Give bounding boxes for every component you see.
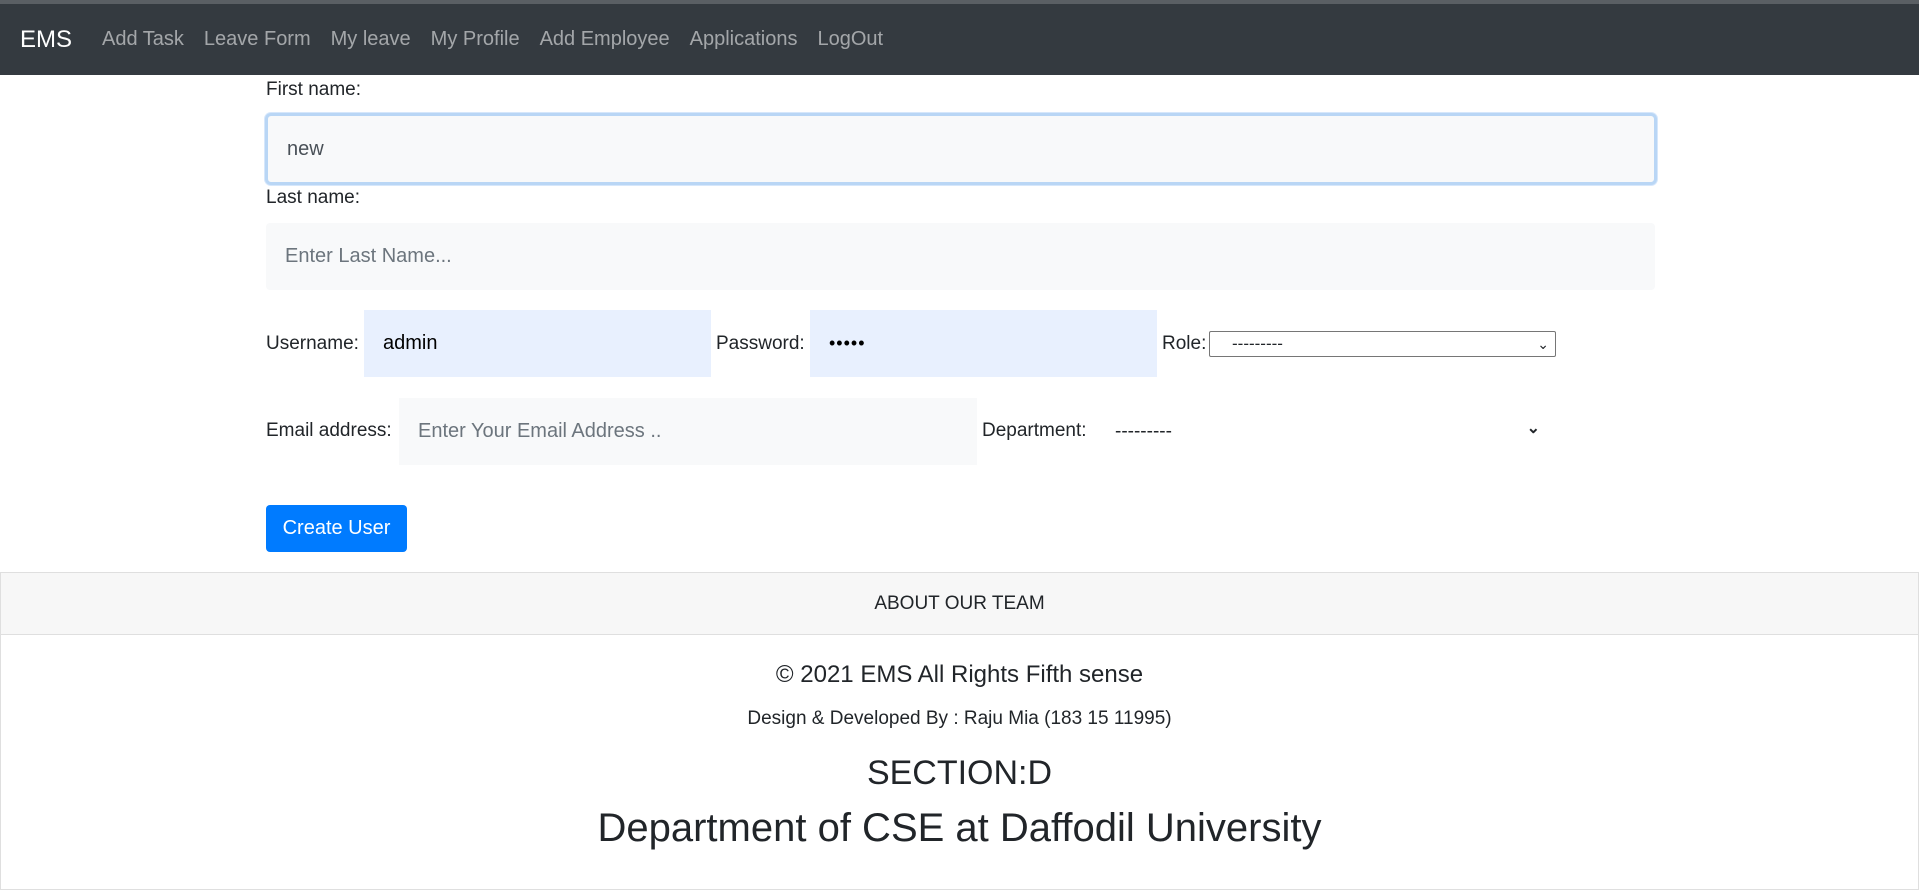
first-name-label: First name: xyxy=(266,79,362,100)
department-select[interactable]: --------- ⌄ xyxy=(1095,398,1560,465)
nav-add-employee[interactable]: Add Employee xyxy=(540,28,670,51)
footer-card: ABOUT OUR TEAM © 2021 EMS All Rights Fif… xyxy=(0,572,1919,890)
nav-my-profile[interactable]: My Profile xyxy=(431,28,520,51)
nav-my-leave[interactable]: My leave xyxy=(331,28,411,51)
password-label: Password: xyxy=(716,333,805,354)
username-label: Username: xyxy=(266,333,359,354)
department-selected-value: --------- xyxy=(1115,420,1172,442)
designer-credit: Design & Developed By : Raju Mia (183 15… xyxy=(747,708,1172,729)
last-name-label: Last name: xyxy=(266,187,360,208)
top-navbar: EMS Add Task Leave Form My leave My Prof… xyxy=(0,0,1919,75)
copyright-text: © 2021 EMS All Rights Fifth sense xyxy=(775,661,1144,688)
nav-logout[interactable]: LogOut xyxy=(818,28,884,51)
chevron-down-icon: ⌄ xyxy=(1526,420,1540,437)
email-label: Email address: xyxy=(266,420,392,441)
role-select[interactable]: --------- ⌄ xyxy=(1209,331,1556,357)
nav-leave-form[interactable]: Leave Form xyxy=(204,28,311,51)
username-input[interactable] xyxy=(364,310,711,377)
nav-add-task[interactable]: Add Task xyxy=(102,28,184,51)
nav-applications[interactable]: Applications xyxy=(690,28,798,51)
create-user-button[interactable]: Create User xyxy=(266,505,407,552)
password-input[interactable] xyxy=(810,310,1157,377)
email-input[interactable] xyxy=(399,398,977,465)
department-title: Department of CSE at Daffodil University xyxy=(597,806,1322,850)
brand-link[interactable]: EMS xyxy=(20,26,72,54)
department-label: Department: xyxy=(982,420,1087,441)
role-label: Role: xyxy=(1162,333,1207,354)
chevron-down-icon: ⌄ xyxy=(1537,336,1549,352)
role-selected-value: --------- xyxy=(1232,334,1283,353)
first-name-input[interactable] xyxy=(265,113,1657,185)
last-name-input[interactable] xyxy=(266,223,1655,290)
section-title: SECTION:D xyxy=(866,754,1053,792)
footer-header: ABOUT OUR TEAM xyxy=(1,573,1918,635)
